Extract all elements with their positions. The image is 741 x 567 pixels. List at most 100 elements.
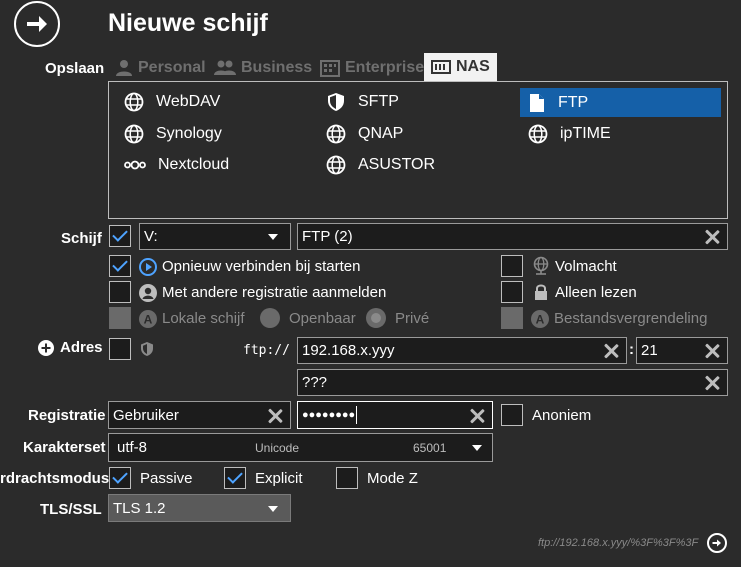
address-host-value: 192.168.x.yyy: [302, 342, 395, 359]
modez-label: Mode Z: [367, 470, 418, 487]
clear-drive-name-icon[interactable]: [704, 229, 720, 245]
chevron-down-icon: [472, 445, 482, 451]
clear-password-icon[interactable]: [469, 408, 485, 424]
shield-icon: [328, 93, 344, 111]
lock-icon: [535, 284, 547, 300]
tab-nas[interactable]: NAS: [424, 53, 497, 81]
drive-name-input[interactable]: FTP (2): [297, 223, 728, 250]
protocol-sftp[interactable]: SFTP: [326, 89, 399, 115]
other-login-label: Met andere registratie aanmelden: [162, 284, 387, 301]
explicit-checkbox[interactable]: [224, 467, 246, 489]
charset-name: Unicode: [255, 440, 300, 455]
back-button[interactable]: [14, 1, 60, 47]
protocol-synology-label: Synology: [156, 125, 222, 142]
protocol-ftp[interactable]: FTP: [520, 88, 721, 117]
protocol-webdav[interactable]: WebDAV: [124, 89, 220, 115]
protocol-qnap-label: QNAP: [358, 125, 404, 142]
globe-icon: [326, 124, 346, 144]
drive-letter-value: V:: [144, 228, 158, 245]
arrow-right-icon: [712, 539, 721, 547]
building-icon: [320, 60, 340, 77]
storage-label: Opslaan: [45, 60, 105, 77]
tab-enterprise-label: Enterprise: [345, 59, 425, 76]
tls-value: TLS 1.2: [113, 499, 166, 517]
globe-icon: [124, 124, 144, 144]
a-circle-icon: A: [139, 310, 157, 328]
tls-select[interactable]: TLS 1.2: [108, 494, 291, 522]
address-scheme: ftp://: [243, 343, 290, 358]
username-value: Gebruiker: [113, 406, 179, 424]
protocol-nextcloud[interactable]: Nextcloud: [124, 152, 229, 178]
charset-value: utf-8: [117, 439, 148, 456]
user-circle-icon: [139, 284, 157, 302]
tab-business[interactable]: Business: [214, 55, 312, 81]
protocol-asustor-label: ASUSTOR: [358, 156, 436, 173]
text-cursor: [356, 406, 358, 424]
chevron-down-icon: [268, 234, 278, 240]
tab-enterprise[interactable]: Enterprise: [320, 55, 424, 81]
address-secure-checkbox[interactable]: [109, 338, 131, 360]
charset-select[interactable]: utf-8 Unicode 65001: [108, 433, 493, 462]
nextcloud-icon: [124, 160, 146, 170]
tab-personal[interactable]: Personal: [115, 55, 206, 81]
address-host-input[interactable]: 192.168.x.yyy: [297, 337, 627, 364]
arrow-right-icon: [27, 16, 47, 32]
drive-enable-checkbox[interactable]: [109, 225, 131, 247]
globe-icon: [528, 124, 548, 144]
page-title: Nieuwe schijf: [108, 9, 268, 37]
protocol-synology[interactable]: Synology: [124, 121, 222, 147]
clear-port-icon[interactable]: [704, 343, 720, 359]
modez-checkbox[interactable]: [336, 467, 358, 489]
drive-name-value: FTP (2): [302, 228, 353, 245]
file-lock-checkbox[interactable]: [501, 307, 523, 329]
protocol-webdav-label: WebDAV: [156, 93, 221, 110]
plus-circle-icon[interactable]: [38, 340, 54, 356]
readonly-label: Alleen lezen: [555, 284, 637, 301]
login-label: Registratie: [28, 407, 106, 424]
url-preview: ftp://192.168.x.yyy/%3F%3F%3F: [538, 537, 699, 549]
tab-nas-label: NAS: [456, 58, 490, 75]
protocol-qnap[interactable]: QNAP: [326, 121, 403, 147]
drive-letter-select[interactable]: V:: [139, 223, 291, 250]
protocol-iptime-label: ipTIME: [560, 125, 611, 142]
address-path-value: ???: [302, 374, 328, 391]
private-radio[interactable]: [366, 308, 386, 328]
network-globe-icon: [533, 256, 549, 275]
nas-icon: [431, 60, 451, 74]
anonymous-checkbox[interactable]: [501, 404, 523, 426]
transfer-mode-label: rdrachtsmodus: [0, 470, 110, 487]
clear-path-icon[interactable]: [704, 375, 720, 391]
chevron-down-icon: [268, 506, 278, 512]
local-drive-checkbox[interactable]: [109, 307, 131, 329]
protocol-ftp-label: FTP: [558, 93, 589, 111]
username-input[interactable]: Gebruiker: [108, 401, 291, 429]
local-drive-label: Lokale schijf: [162, 310, 245, 327]
password-input[interactable]: ●●●●●●●●: [297, 401, 493, 429]
tab-business-label: Business: [241, 59, 313, 76]
protocol-asustor[interactable]: ASUSTOR: [326, 152, 435, 178]
address-path-input[interactable]: ???: [297, 369, 728, 396]
protocol-sftp-label: SFTP: [358, 93, 399, 110]
clear-host-icon[interactable]: [603, 343, 619, 359]
shield-icon: [141, 342, 153, 356]
readonly-checkbox[interactable]: [501, 281, 523, 303]
proxy-checkbox[interactable]: [501, 255, 523, 277]
reconnect-checkbox[interactable]: [109, 255, 131, 277]
public-label: Openbaar: [289, 310, 356, 327]
passive-label: Passive: [140, 470, 193, 487]
go-button[interactable]: [707, 533, 727, 553]
public-radio[interactable]: [260, 308, 280, 328]
passive-checkbox[interactable]: [109, 467, 131, 489]
protocol-iptime[interactable]: ipTIME: [528, 121, 611, 147]
svg-text:A: A: [536, 313, 545, 327]
clear-username-icon[interactable]: [267, 408, 283, 424]
port-separator: :: [629, 341, 634, 358]
tls-label: TLS/SSL: [40, 501, 102, 518]
address-label: Adres: [60, 339, 103, 356]
clock-icon: [139, 258, 157, 276]
tab-personal-label: Personal: [138, 59, 206, 76]
other-login-checkbox[interactable]: [109, 281, 131, 303]
address-port-input[interactable]: 21: [636, 337, 728, 364]
private-label: Privé: [395, 310, 430, 327]
drive-label: Schijf: [61, 230, 102, 247]
